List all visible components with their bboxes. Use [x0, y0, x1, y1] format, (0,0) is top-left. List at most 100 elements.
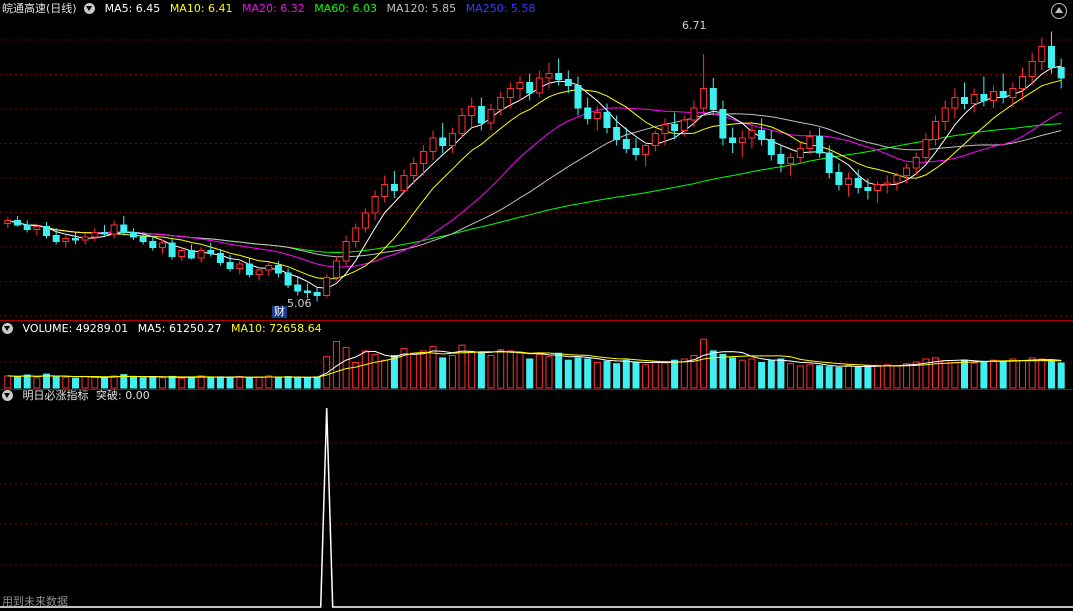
volume-bar: [419, 350, 427, 389]
volume-bar: [758, 362, 766, 389]
candle-body: [613, 127, 621, 140]
candle-body: [883, 182, 891, 185]
volume-bar: [526, 358, 534, 389]
volume-bar: [468, 351, 476, 389]
volume-bar: [361, 350, 369, 389]
candle-body: [642, 145, 650, 155]
price-pane: 皖通高速(日线) MA5: 6.45 MA10: 6.41 MA20: 6.32…: [0, 0, 1073, 320]
candle-body: [1057, 67, 1065, 79]
volume-bar: [941, 360, 949, 389]
volume-pane: VOLUME: 49289.01 MA5: 61250.27 MA10: 726…: [0, 321, 1073, 390]
candlestick-chart[interactable]: [0, 0, 1073, 320]
volume-bar: [632, 362, 640, 389]
volume-bar: [903, 363, 911, 389]
candle-body: [120, 224, 128, 233]
candle-body: [951, 97, 959, 109]
candle-body: [110, 224, 118, 235]
volume-bar: [535, 353, 543, 389]
volume-bar: [613, 363, 621, 389]
candle-body: [584, 107, 592, 119]
candle-body: [632, 148, 640, 155]
candle-body: [14, 220, 21, 226]
volume-bar: [825, 366, 833, 389]
candle-body: [767, 139, 775, 155]
candle-body: [680, 119, 688, 131]
volume-bar: [410, 352, 418, 389]
candle-body: [709, 88, 717, 110]
volume-bar: [951, 362, 959, 389]
candle-body: [216, 253, 224, 263]
volume-bar: [738, 359, 746, 389]
volume-bar: [999, 361, 1007, 389]
candle-body: [361, 212, 369, 229]
candle-body: [52, 235, 60, 242]
volume-bar: [487, 355, 495, 389]
volume-bar: [342, 346, 350, 389]
volume-bar: [700, 338, 708, 389]
candle-body: [787, 157, 795, 164]
candle-body: [23, 224, 31, 230]
candle-body: [159, 242, 166, 248]
candle-body: [187, 250, 195, 259]
volume-bar: [835, 367, 843, 389]
candle-body: [72, 238, 79, 241]
volume-chart[interactable]: [0, 321, 1073, 390]
volume-bar: [574, 357, 582, 389]
candle-body: [101, 232, 108, 235]
candle-body: [835, 172, 843, 185]
candle-body: [845, 178, 853, 185]
candle-body: [970, 94, 978, 104]
candle-body: [622, 139, 630, 149]
candle-body: [468, 106, 476, 116]
candle-body: [381, 184, 389, 197]
volume-bar: [516, 352, 524, 389]
candle-body: [226, 262, 234, 269]
event-tag[interactable]: 财: [272, 306, 287, 318]
candle-body: [854, 178, 862, 188]
candle-body: [274, 265, 282, 274]
candle-body: [1048, 46, 1055, 68]
candle-body: [130, 232, 137, 238]
candle-body: [149, 241, 157, 248]
volume-bar: [729, 357, 737, 389]
candle-body: [758, 130, 766, 140]
candle-body: [700, 88, 708, 109]
candle-body: [284, 272, 292, 286]
candle-body: [796, 148, 804, 158]
candle-body: [400, 175, 408, 191]
candle-body: [332, 260, 340, 278]
candle-body: [806, 136, 814, 149]
candle-body: [690, 107, 698, 121]
candle-body: [458, 115, 466, 134]
candle-body: [738, 137, 746, 143]
candle-body: [651, 133, 659, 146]
volume-bar: [381, 359, 389, 389]
volume-bar: [845, 364, 853, 389]
candle-body: [410, 163, 418, 176]
volume-bar: [883, 364, 891, 389]
candle-body: [265, 265, 273, 271]
candle-body: [207, 250, 215, 254]
candle-body: [526, 82, 534, 94]
volume-bar: [806, 364, 814, 389]
volume-bar: [497, 349, 505, 389]
candle-body: [777, 154, 785, 164]
candle-body: [603, 112, 611, 128]
volume-bar: [864, 365, 872, 389]
candle-body: [429, 137, 437, 152]
candle-body: [593, 112, 601, 119]
volume-bar: [1038, 358, 1046, 389]
candle-body: [671, 124, 679, 131]
candle-body: [255, 269, 263, 275]
candle-body: [864, 187, 872, 191]
volume-bar: [854, 366, 862, 389]
candle-body: [178, 250, 186, 257]
candle-body: [825, 152, 833, 173]
indicator-chart[interactable]: [0, 390, 1073, 611]
volume-bar: [477, 352, 485, 389]
volume-bar: [709, 350, 717, 389]
candle-body: [236, 263, 244, 269]
low-price-label: 5.06: [287, 297, 312, 310]
candle-body: [439, 137, 447, 146]
candle-body: [390, 184, 398, 191]
